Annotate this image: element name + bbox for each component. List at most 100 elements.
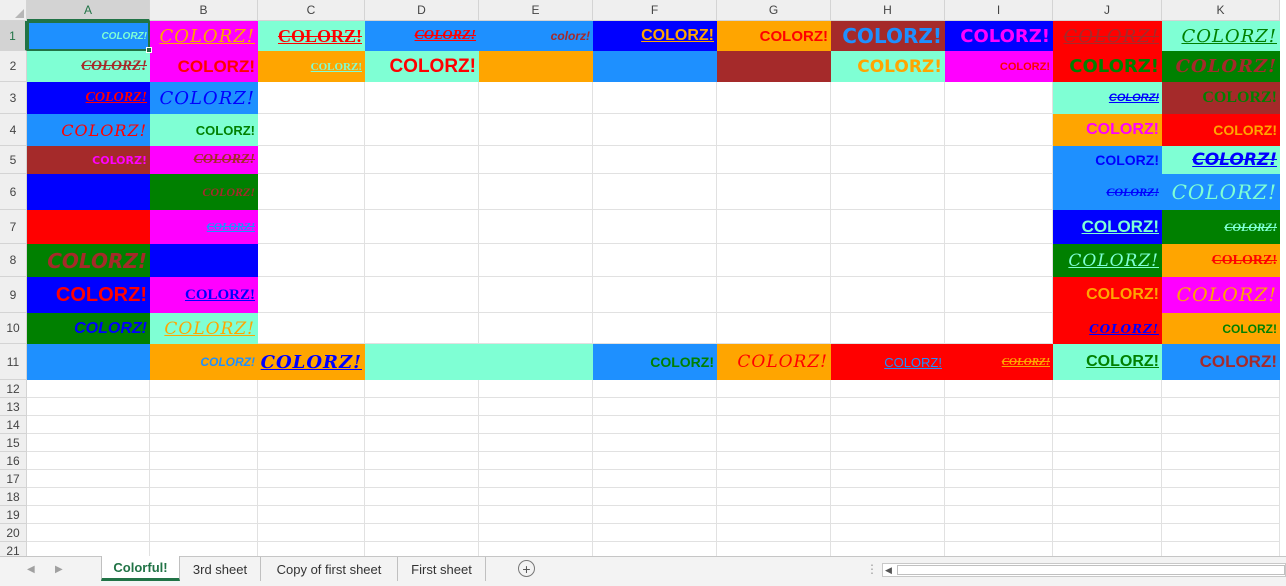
cell-a4[interactable]: COLORZ! [27, 114, 150, 146]
cell-b20[interactable] [150, 524, 258, 542]
column-header-a[interactable]: A [27, 0, 150, 21]
horizontal-scrollbar[interactable]: ◀ [882, 563, 1286, 577]
cell-k14[interactable] [1162, 416, 1280, 434]
cell-i18[interactable] [945, 488, 1053, 506]
cell-j14[interactable] [1053, 416, 1162, 434]
row-header-2[interactable]: 2 [0, 51, 27, 82]
cell-k5[interactable]: COLORZ! [1162, 146, 1280, 174]
row-header-9[interactable]: 9 [0, 277, 27, 313]
cell-b1[interactable]: COLORZ! [150, 21, 258, 51]
cell-h18[interactable] [831, 488, 945, 506]
cell-g17[interactable] [717, 470, 831, 488]
cell-d4[interactable] [365, 114, 479, 146]
cell-i7[interactable] [945, 210, 1053, 244]
row-header-1[interactable]: 1 [0, 21, 27, 51]
cell-e6[interactable] [479, 174, 593, 210]
plus-circle-icon[interactable]: + [518, 560, 535, 577]
scrollbar-thumb[interactable] [897, 565, 1285, 575]
cell-k2[interactable]: COLORZ! [1162, 51, 1280, 82]
cell-k12[interactable] [1162, 380, 1280, 398]
cell-i15[interactable] [945, 434, 1053, 452]
cell-h21[interactable] [831, 542, 945, 556]
cell-j9[interactable]: COLORZ! [1053, 277, 1162, 313]
cell-k11[interactable]: COLORZ! [1162, 344, 1280, 380]
cell-j19[interactable] [1053, 506, 1162, 524]
cell-d17[interactable] [365, 470, 479, 488]
cell-b3[interactable]: COLORZ! [150, 82, 258, 114]
cell-b7[interactable]: COLORZ! [150, 210, 258, 244]
cell-c6[interactable] [258, 174, 365, 210]
cell-g14[interactable] [717, 416, 831, 434]
cell-g5[interactable] [717, 146, 831, 174]
cell-e15[interactable] [479, 434, 593, 452]
cell-k20[interactable] [1162, 524, 1280, 542]
cell-j7[interactable]: COLORZ! [1053, 210, 1162, 244]
cell-e17[interactable] [479, 470, 593, 488]
row-header-10[interactable]: 10 [0, 313, 27, 344]
cell-g4[interactable] [717, 114, 831, 146]
cell-a18[interactable] [27, 488, 150, 506]
cell-e1[interactable]: colorz! [479, 21, 593, 51]
cell-a21[interactable] [27, 542, 150, 556]
cell-g18[interactable] [717, 488, 831, 506]
cell-e14[interactable] [479, 416, 593, 434]
cell-g10[interactable] [717, 313, 831, 344]
cell-f8[interactable] [593, 244, 717, 277]
cell-j8[interactable]: COLORZ! [1053, 244, 1162, 277]
cell-a11[interactable] [27, 344, 150, 380]
cell-h9[interactable] [831, 277, 945, 313]
column-header-k[interactable]: K [1162, 0, 1280, 21]
cell-k6[interactable]: COLORZ! [1162, 174, 1280, 210]
cell-h12[interactable] [831, 380, 945, 398]
cell-j5[interactable]: COLORZ! [1053, 146, 1162, 174]
cell-d21[interactable] [365, 542, 479, 556]
column-header-e[interactable]: E [479, 0, 593, 21]
cell-j4[interactable]: COLORZ! [1053, 114, 1162, 146]
cell-a19[interactable] [27, 506, 150, 524]
cell-a15[interactable] [27, 434, 150, 452]
cell-b13[interactable] [150, 398, 258, 416]
cell-b9[interactable]: COLORZ! [150, 277, 258, 313]
cell-i8[interactable] [945, 244, 1053, 277]
cell-k19[interactable] [1162, 506, 1280, 524]
cell-d2[interactable]: COLORZ! [365, 51, 479, 82]
spreadsheet-grid[interactable]: ABCDEFGHIJK 1 2 3 4 5 6 7 8 9 10 11 12 13 14 15 16 17 18 1… [0, 0, 1286, 556]
scroll-left-icon[interactable]: ◀ [885, 565, 892, 576]
cell-e11[interactable] [479, 344, 593, 380]
cell-i2[interactable]: COLORZ! [945, 51, 1053, 82]
cell-a17[interactable] [27, 470, 150, 488]
cell-c18[interactable] [258, 488, 365, 506]
cell-h1[interactable]: COLORZ! [831, 21, 945, 51]
cell-b4[interactable]: COLORZ! [150, 114, 258, 146]
cell-b5[interactable]: COLORZ! [150, 146, 258, 174]
column-header-g[interactable]: G [717, 0, 831, 21]
cell-e4[interactable] [479, 114, 593, 146]
cell-h3[interactable] [831, 82, 945, 114]
cell-h10[interactable] [831, 313, 945, 344]
cell-f12[interactable] [593, 380, 717, 398]
row-header-21[interactable]: 21 [0, 542, 27, 556]
column-header-d[interactable]: D [365, 0, 479, 21]
cell-f2[interactable] [593, 51, 717, 82]
cell-a5[interactable]: COLORZ! [27, 146, 150, 174]
cell-c9[interactable] [258, 277, 365, 313]
cell-e5[interactable] [479, 146, 593, 174]
cell-k1[interactable]: COLORZ! [1162, 21, 1280, 51]
cell-h2[interactable]: COLORZ! [831, 51, 945, 82]
cell-d12[interactable] [365, 380, 479, 398]
cell-g1[interactable]: COLORZ! [717, 21, 831, 51]
cell-b19[interactable] [150, 506, 258, 524]
cell-k7[interactable]: COLORZ! [1162, 210, 1280, 244]
cell-c4[interactable] [258, 114, 365, 146]
cell-a12[interactable] [27, 380, 150, 398]
cell-b10[interactable]: COLORZ! [150, 313, 258, 344]
cell-e21[interactable] [479, 542, 593, 556]
cell-d10[interactable] [365, 313, 479, 344]
cell-e3[interactable] [479, 82, 593, 114]
cell-d6[interactable] [365, 174, 479, 210]
cell-b11[interactable]: COLORZ! [150, 344, 258, 380]
column-header-h[interactable]: H [831, 0, 945, 21]
cell-b14[interactable] [150, 416, 258, 434]
row-header-12[interactable]: 12 [0, 380, 27, 398]
cell-a14[interactable] [27, 416, 150, 434]
